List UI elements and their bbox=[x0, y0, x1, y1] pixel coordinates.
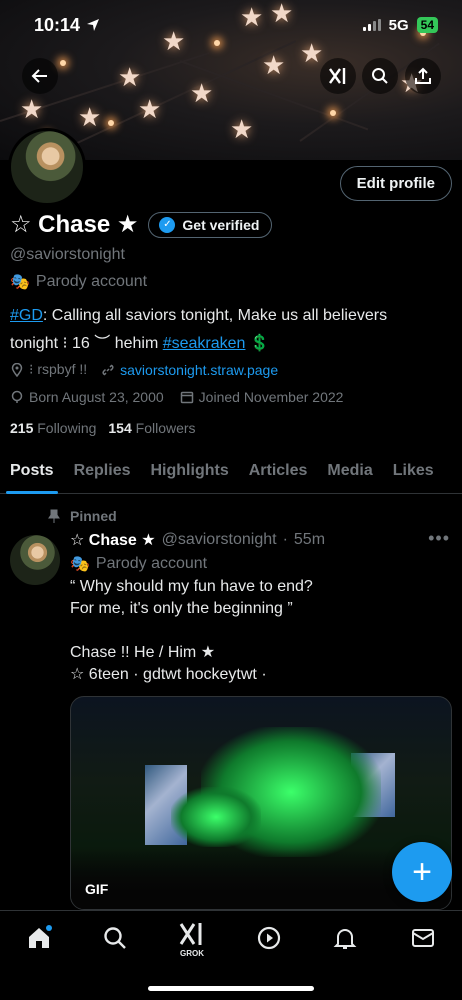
location-arrow-icon bbox=[87, 19, 100, 31]
profile-location: ⁝ rspbyf !! bbox=[10, 361, 87, 378]
edit-profile-button[interactable]: Edit profile bbox=[339, 166, 452, 201]
verified-check-icon: ✓ bbox=[159, 216, 176, 233]
pin-icon bbox=[48, 509, 60, 523]
calendar-icon bbox=[180, 391, 193, 404]
messages-tab[interactable] bbox=[410, 925, 436, 951]
following-link[interactable]: 215 Following bbox=[10, 420, 96, 436]
network-label: 5G bbox=[388, 16, 409, 34]
grok-icon bbox=[329, 68, 346, 84]
link-icon bbox=[102, 364, 114, 375]
status-indicators: 5G 54 bbox=[362, 16, 438, 34]
search-icon bbox=[372, 68, 388, 84]
location-icon bbox=[11, 362, 23, 377]
gif-badge: GIF bbox=[85, 881, 109, 897]
parody-label: 🎭 Parody account bbox=[10, 273, 148, 291]
mask-icon: 🎭 bbox=[10, 274, 30, 291]
video-tab[interactable] bbox=[256, 925, 282, 951]
post-author-handle[interactable]: @saviorstonight bbox=[162, 531, 277, 549]
battery-icon: 54 bbox=[416, 17, 438, 33]
get-verified-button[interactable]: ✓ Get verified bbox=[148, 211, 273, 238]
tab-articles[interactable]: Articles bbox=[249, 448, 308, 494]
post-author-name[interactable]: ☆ Chase ★ bbox=[70, 530, 156, 550]
tab-media[interactable]: Media bbox=[327, 448, 372, 494]
profile-name: ☆ Chase ★ bbox=[10, 211, 139, 238]
profile-handle: @saviorstonight bbox=[10, 246, 125, 263]
post-parody-label: 🎭 Parody account bbox=[70, 555, 208, 573]
birthday-icon bbox=[11, 390, 23, 403]
plus-icon: + bbox=[412, 852, 432, 891]
more-icon[interactable]: ••• bbox=[428, 528, 450, 549]
search-button[interactable] bbox=[362, 58, 398, 94]
profile-website[interactable]: saviorstonight.straw.page bbox=[101, 362, 278, 378]
grok-tab[interactable] bbox=[179, 921, 205, 947]
profile-avatar[interactable] bbox=[8, 128, 86, 206]
back-button[interactable] bbox=[22, 58, 58, 94]
play-icon bbox=[257, 926, 281, 950]
get-verified-label: Get verified bbox=[182, 216, 260, 233]
profile-top-nav bbox=[0, 58, 462, 94]
profile-meta-dates: Born August 23, 2000 Joined November 202… bbox=[10, 389, 343, 405]
post-text: “ Why should my fun have to end? For me,… bbox=[70, 578, 313, 683]
tab-posts[interactable]: Posts bbox=[6, 448, 58, 494]
share-icon bbox=[415, 67, 431, 84]
profile-birthday: Born August 23, 2000 bbox=[10, 389, 164, 405]
bell-icon bbox=[333, 929, 357, 949]
notifications-tab[interactable] bbox=[332, 925, 358, 951]
post-author-avatar[interactable] bbox=[10, 535, 60, 585]
profile-tabs: Posts Replies Highlights Articles Media … bbox=[0, 448, 462, 494]
grok-tab-label: GROK bbox=[180, 949, 204, 958]
tab-replies[interactable]: Replies bbox=[74, 448, 131, 494]
tab-likes[interactable]: Likes bbox=[393, 448, 434, 494]
home-indicator bbox=[148, 986, 314, 991]
profile-bio: #GD: Calling all saviors tonight, Make u… bbox=[10, 307, 388, 352]
post-header: ☆ Chase ★ @saviorstonight · 55m bbox=[70, 530, 326, 550]
profile-name-row: ☆ Chase ★ ✓ Get verified bbox=[10, 210, 273, 239]
post-time[interactable]: 55m bbox=[294, 531, 325, 549]
hashtag-seakraken-link[interactable]: #seakraken bbox=[163, 335, 246, 352]
signal-icon bbox=[362, 19, 381, 31]
profile-joined: Joined November 2022 bbox=[180, 389, 343, 405]
status-bar: 10:14 5G 54 bbox=[0, 0, 462, 50]
search-tab[interactable] bbox=[102, 925, 128, 951]
grok-button[interactable] bbox=[320, 58, 356, 94]
profile-stats: 215 Following 154 Followers bbox=[10, 420, 196, 436]
profile-meta-location-website: ⁝ rspbyf !! saviorstonight.straw.page bbox=[10, 361, 278, 378]
followers-link[interactable]: 154 Followers bbox=[108, 420, 195, 436]
share-button[interactable] bbox=[405, 58, 441, 94]
home-notification-dot bbox=[46, 925, 52, 931]
mail-icon bbox=[412, 929, 434, 947]
compose-post-button[interactable]: + bbox=[392, 842, 452, 902]
hashtag-gd-link[interactable]: #GD bbox=[10, 307, 43, 324]
search-icon bbox=[104, 927, 126, 949]
grok-icon bbox=[179, 923, 202, 945]
tab-highlights[interactable]: Highlights bbox=[151, 448, 229, 494]
back-arrow-icon bbox=[31, 69, 47, 83]
mask-icon: 🎭 bbox=[70, 556, 90, 573]
pinned-indicator: Pinned bbox=[48, 508, 117, 524]
status-time: 10:14 bbox=[34, 15, 100, 36]
